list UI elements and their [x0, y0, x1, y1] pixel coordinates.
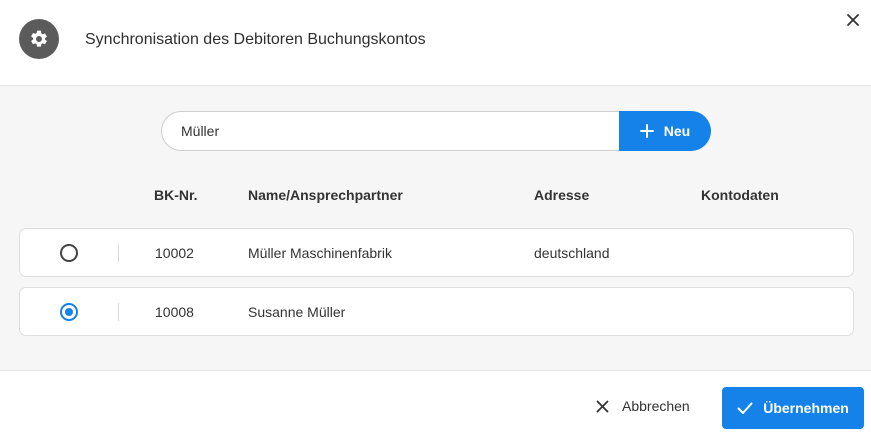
- row-radio[interactable]: [60, 244, 78, 262]
- close-icon: [847, 14, 859, 26]
- check-icon: [737, 402, 753, 414]
- apply-button-label: Übernehmen: [763, 400, 849, 416]
- column-header-name: Name/Ansprechpartner: [248, 187, 403, 203]
- new-button-label: Neu: [663, 123, 691, 139]
- close-icon: [596, 400, 609, 412]
- cell-name: Müller Maschinenfabrik: [248, 245, 392, 261]
- table-row[interactable]: 10008 Susanne Müller: [19, 287, 854, 336]
- cell-name: Susanne Müller: [248, 304, 346, 320]
- gear-icon: [19, 19, 59, 59]
- search-input[interactable]: [162, 112, 621, 150]
- plus-icon: [639, 124, 654, 138]
- search-field[interactable]: [161, 111, 621, 151]
- column-header-kontodaten: Kontodaten: [701, 187, 779, 203]
- apply-button[interactable]: Übernehmen: [722, 387, 864, 429]
- cancel-button[interactable]: Abbrechen: [596, 398, 690, 414]
- cancel-button-label: Abbrechen: [622, 398, 690, 414]
- dialog-title: Synchronisation des Debitoren Buchungsko…: [85, 31, 426, 48]
- new-button[interactable]: Neu: [619, 111, 711, 151]
- cell-adresse: deutschland: [534, 245, 610, 261]
- column-header-bk-nr: BK-Nr.: [154, 187, 198, 203]
- cell-bk-nr: 10008: [155, 304, 194, 320]
- table-row[interactable]: 10002 Müller Maschinenfabrik deutschland: [19, 228, 854, 277]
- row-divider: [118, 303, 119, 321]
- row-divider: [118, 244, 119, 262]
- column-header-adresse: Adresse: [534, 187, 590, 203]
- dialog-body: Neu BK-Nr. Name/Ansprechpartner Adresse …: [0, 86, 871, 371]
- close-button[interactable]: [842, 9, 864, 31]
- row-radio[interactable]: [60, 303, 78, 321]
- cell-bk-nr: 10002: [155, 245, 194, 261]
- dialog-header: Synchronisation des Debitoren Buchungsko…: [0, 0, 871, 86]
